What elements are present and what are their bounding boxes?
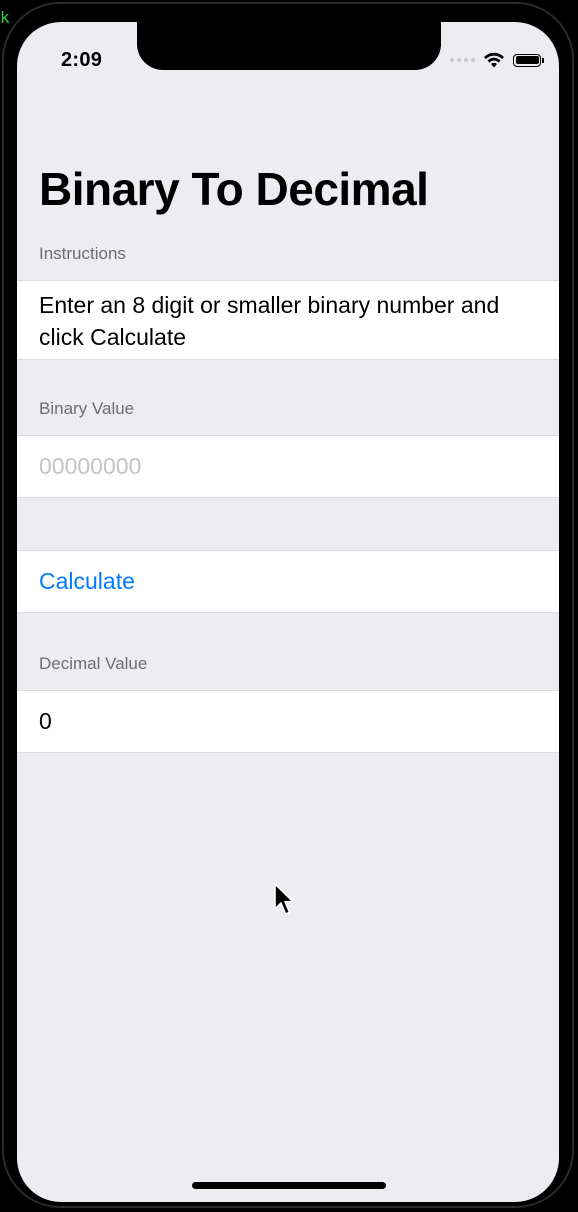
wifi-icon [484, 52, 504, 68]
binary-value-header: Binary Value [39, 399, 135, 418]
signal-dots-icon [450, 58, 475, 62]
device: k 2:09 Binary To Decimal Instructions En… [0, 0, 578, 1212]
calculate-cell[interactable]: Calculate [17, 550, 559, 613]
mouse-cursor-icon [274, 883, 294, 915]
notch [137, 22, 441, 70]
decimal-value-cell: 0 [17, 690, 559, 753]
instructions-cell: Enter an 8 digit or smaller binary numbe… [17, 280, 559, 360]
battery-icon [513, 53, 544, 67]
decimal-value-header: Decimal Value [39, 654, 148, 673]
decimal-value-text: 0 [39, 708, 52, 734]
page-title: Binary To Decimal [39, 163, 429, 215]
status-icons [450, 52, 544, 68]
binary-value-cell[interactable]: 00000000 [17, 435, 559, 498]
instructions-text: Enter an 8 digit or smaller binary numbe… [39, 292, 500, 350]
calculate-button[interactable]: Calculate [39, 565, 541, 597]
home-indicator[interactable] [192, 1182, 386, 1189]
binary-value-input[interactable]: 00000000 [39, 450, 541, 482]
corner-glyph: k [0, 8, 10, 27]
screen: 2:09 Binary To Decimal Instructions Ente… [17, 22, 559, 1202]
instructions-header: Instructions [39, 244, 126, 263]
status-time: 2:09 [61, 49, 103, 71]
